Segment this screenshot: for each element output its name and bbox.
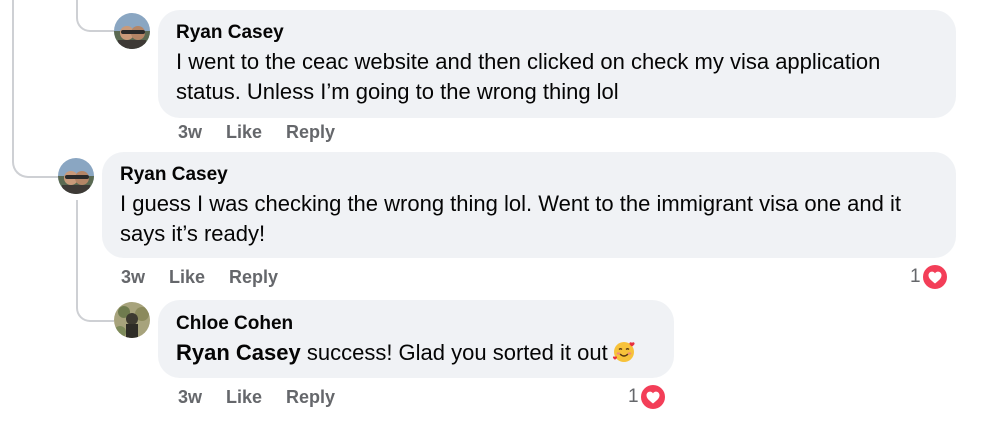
avatar[interactable] [114,302,150,338]
smiling-face-with-hearts-icon [612,340,636,364]
reply-button[interactable]: Reply [286,122,335,143]
like-button[interactable]: Like [226,122,262,143]
comment-bubble: Chloe Cohen Ryan Casey success! Glad you… [158,300,674,378]
comment-text: Ryan Casey success! Glad you sorted it o… [176,338,656,368]
comment-actions: 3w Like Reply [178,122,335,143]
comment-text-body: success! Glad you sorted it out [300,340,608,365]
thread-line-top [76,0,114,32]
comment-author[interactable]: Ryan Casey [120,164,938,186]
reaction-summary[interactable]: 1 [910,263,949,291]
comment-text: I guess I was checking the wrong thing l… [120,191,901,246]
avatar[interactable] [114,13,150,49]
heart-icon [638,383,667,411]
comment-timestamp[interactable]: 3w [178,387,202,408]
like-button[interactable]: Like [169,267,205,288]
comment-author[interactable]: Ryan Casey [176,22,938,44]
avatar[interactable] [58,158,94,194]
like-button[interactable]: Like [226,387,262,408]
reply-button[interactable]: Reply [229,267,278,288]
comment-actions: 3w Like Reply [121,267,278,288]
reaction-summary[interactable]: 1 [628,383,667,411]
comment-actions: 3w Like Reply [178,387,335,408]
reaction-count: 1 [910,266,921,287]
thread-line-main [12,0,58,178]
reply-button[interactable]: Reply [286,387,335,408]
reaction-count: 1 [628,386,639,407]
comment-bubble: Ryan Casey I went to the ceac website an… [158,10,956,118]
mention-link[interactable]: Ryan Casey [176,340,301,365]
comment-text: I went to the ceac website and then clic… [176,49,881,104]
comment-bubble: Ryan Casey I guess I was checking the wr… [102,152,956,258]
comment-timestamp[interactable]: 3w [178,122,202,143]
comment-author[interactable]: Chloe Cohen [176,313,656,335]
comment-timestamp[interactable]: 3w [121,267,145,288]
heart-icon [920,263,949,291]
